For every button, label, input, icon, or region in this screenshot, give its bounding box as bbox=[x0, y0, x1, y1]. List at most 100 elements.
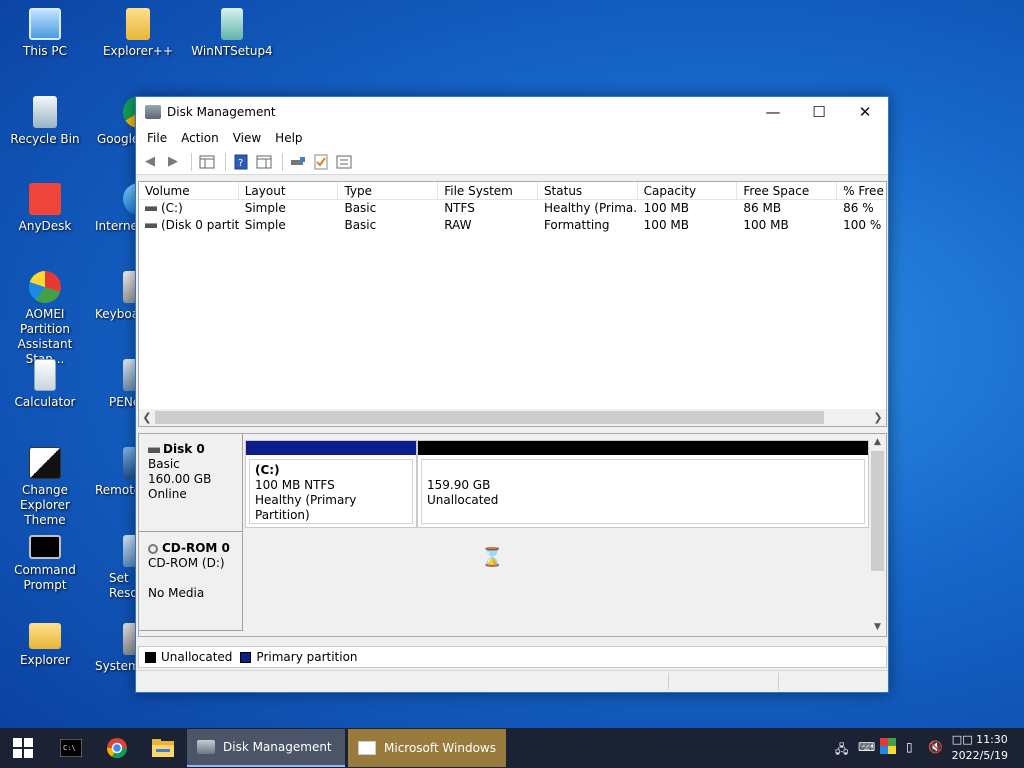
minimize-button[interactable]: — bbox=[750, 97, 796, 127]
calculator-icon bbox=[34, 359, 56, 391]
column-free-space[interactable]: Free Space bbox=[737, 182, 838, 199]
scroll-right-icon[interactable]: ❯ bbox=[870, 409, 886, 426]
column-file-system[interactable]: File System bbox=[438, 182, 538, 199]
toolbar: ◀ ▶ ? bbox=[136, 149, 888, 175]
desktop-icon-system[interactable]: System bbox=[93, 623, 137, 674]
capacity-cell: 100 MB bbox=[643, 218, 689, 232]
column-status[interactable]: Status bbox=[538, 182, 638, 199]
volume-name: (Disk 0 partiti... bbox=[161, 218, 239, 232]
vertical-scrollbar[interactable]: ▲ ▼ bbox=[869, 434, 886, 636]
desktop-icon-this-pc[interactable]: This PC bbox=[0, 8, 90, 59]
free-space-cell: 100 MB bbox=[743, 218, 789, 232]
properties-icon[interactable] bbox=[334, 153, 354, 171]
scroll-left-icon[interactable]: ❮ bbox=[139, 409, 155, 426]
menu-action[interactable]: Action bbox=[174, 131, 226, 145]
disk-0-label[interactable]: Disk 0 Basic 160.00 GB Online bbox=[139, 434, 243, 532]
column-capacity[interactable]: Capacity bbox=[638, 182, 738, 199]
legend: Unallocated Primary partition bbox=[138, 646, 887, 668]
computer-icon bbox=[29, 8, 61, 40]
window-list-icon bbox=[358, 741, 376, 755]
title-bar[interactable]: Disk Management — ☐ ✕ bbox=[136, 97, 888, 127]
partition-unallocated[interactable]: 159.90 GB Unallocated bbox=[417, 440, 869, 528]
scrollbar-thumb[interactable] bbox=[155, 411, 824, 424]
help-icon[interactable]: ? bbox=[231, 153, 251, 171]
cmd-icon: C:\ bbox=[60, 739, 82, 757]
taskbar-chrome[interactable] bbox=[94, 728, 140, 768]
close-button[interactable]: ✕ bbox=[842, 97, 888, 127]
scroll-down-icon[interactable]: ▼ bbox=[869, 619, 886, 636]
legend-item-primary: Primary partition bbox=[240, 650, 358, 664]
usb-drive-icon[interactable]: ▯ bbox=[906, 740, 913, 754]
menu-file[interactable]: File bbox=[140, 131, 174, 145]
taskbar-cmd[interactable]: C:\ bbox=[48, 728, 94, 768]
table-row[interactable]: (C:) Simple Basic NTFS Healthy (Prima...… bbox=[139, 200, 886, 217]
desktop-icon-internet[interactable]: Internet bbox=[93, 183, 137, 234]
desktop-icon-calculator[interactable]: Calculator bbox=[0, 359, 90, 410]
menu-help[interactable]: Help bbox=[268, 131, 309, 145]
taskbar-explorer[interactable] bbox=[140, 728, 186, 768]
desktop-icon-explorer[interactable]: Explorer bbox=[0, 623, 90, 668]
scroll-up-icon[interactable]: ▲ bbox=[869, 434, 886, 451]
volume-list[interactable]: Volume Layout Type File System Status Ca… bbox=[138, 181, 887, 427]
scrollbar-thumb[interactable] bbox=[871, 451, 884, 571]
cdrom-0-label[interactable]: CD-ROM 0 CD-ROM (D:) No Media bbox=[139, 533, 243, 631]
display-color-icon[interactable] bbox=[880, 738, 896, 757]
menu-bar: File Action View Help bbox=[136, 127, 888, 149]
network-icon[interactable]: 🖧 bbox=[835, 740, 848, 761]
column-layout[interactable]: Layout bbox=[239, 182, 339, 199]
desktop-icon-set-resolution[interactable]: Set Reso bbox=[93, 535, 137, 601]
taskbar-button-label: Microsoft Windows bbox=[384, 741, 496, 755]
partition-color-bar bbox=[418, 441, 868, 455]
table-row[interactable]: (Disk 0 partiti... Simple Basic RAW Form… bbox=[139, 217, 886, 234]
desktop-icon-change-theme[interactable]: Change Explorer Theme bbox=[0, 447, 90, 528]
volume-cell: (Disk 0 partiti... bbox=[139, 217, 239, 234]
anydesk-icon bbox=[29, 183, 61, 215]
taskbar-button-microsoft-windows[interactable]: Microsoft Windows bbox=[348, 729, 506, 767]
maximize-button[interactable]: ☐ bbox=[796, 97, 842, 127]
connect-disk-icon[interactable] bbox=[288, 153, 308, 171]
show-hide-pane-icon[interactable] bbox=[254, 153, 274, 171]
desktop-icon-explorerpp[interactable]: Explorer++ bbox=[93, 8, 183, 59]
desktop-icon-aomei[interactable]: AOMEI Partition Assistant Stan... bbox=[0, 271, 90, 367]
taskbar-button-disk-management[interactable]: Disk Management bbox=[187, 729, 345, 767]
partition-status: Unallocated bbox=[427, 493, 499, 507]
desktop-icon-recycle-bin[interactable]: Recycle Bin bbox=[0, 96, 90, 147]
column-type[interactable]: Type bbox=[338, 182, 439, 199]
folder-icon bbox=[152, 739, 174, 757]
partition-info: 159.90 GB Unallocated bbox=[421, 459, 865, 524]
keyboard-icon[interactable]: ⌨ bbox=[858, 740, 875, 754]
disk-icon bbox=[148, 446, 160, 453]
console-tree-icon[interactable] bbox=[197, 153, 217, 171]
status-divider bbox=[668, 673, 669, 690]
aomei-icon bbox=[29, 271, 61, 303]
volume-muted-icon[interactable]: 🔇 bbox=[928, 740, 943, 754]
desktop-icon-anydesk[interactable]: AnyDesk bbox=[0, 183, 90, 234]
volume-cell: (C:) bbox=[139, 200, 239, 217]
partition-c[interactable]: (C:) 100 MB NTFS Healthy (Primary Partit… bbox=[245, 440, 417, 528]
disk-graphical-view[interactable]: Disk 0 Basic 160.00 GB Online (C:) 100 M… bbox=[138, 433, 887, 637]
cdrom-name: CD-ROM 0 bbox=[162, 541, 230, 555]
column-volume[interactable]: Volume bbox=[139, 182, 239, 199]
cdrom-icon bbox=[148, 543, 158, 554]
desktop-icon-keyboard[interactable]: Keyboa bbox=[93, 271, 137, 322]
back-arrow-icon[interactable]: ◀ bbox=[140, 153, 160, 171]
legend-label: Unallocated bbox=[161, 650, 233, 664]
partition-size: 159.90 GB bbox=[427, 478, 491, 492]
checklist-icon[interactable] bbox=[311, 153, 331, 171]
forward-arrow-icon[interactable]: ▶ bbox=[163, 153, 183, 171]
menu-view[interactable]: View bbox=[226, 131, 268, 145]
start-button[interactable] bbox=[0, 728, 46, 768]
type-cell: Basic bbox=[344, 201, 377, 215]
horizontal-scrollbar[interactable]: ❮ ❯ bbox=[139, 409, 886, 426]
desktop-icon-penetwork[interactable]: PENe bbox=[93, 359, 137, 410]
cdrom-0-row: CD-ROM 0 CD-ROM (D:) No Media bbox=[139, 533, 872, 631]
clock[interactable]: □□ 11:30 2022/5/19 bbox=[952, 732, 1008, 764]
desktop-icon-winntsetup[interactable]: WinNTSetup4 bbox=[187, 8, 277, 59]
desktop-icon-google[interactable]: Google bbox=[93, 96, 137, 147]
window-title: Disk Management bbox=[167, 105, 276, 119]
desktop-icon-command-prompt[interactable]: Command Prompt bbox=[0, 535, 90, 593]
column-percent-free[interactable]: % Free bbox=[837, 182, 886, 199]
desktop-icon-remote[interactable]: Remote bbox=[93, 447, 137, 498]
partition-volume-label bbox=[427, 463, 864, 478]
